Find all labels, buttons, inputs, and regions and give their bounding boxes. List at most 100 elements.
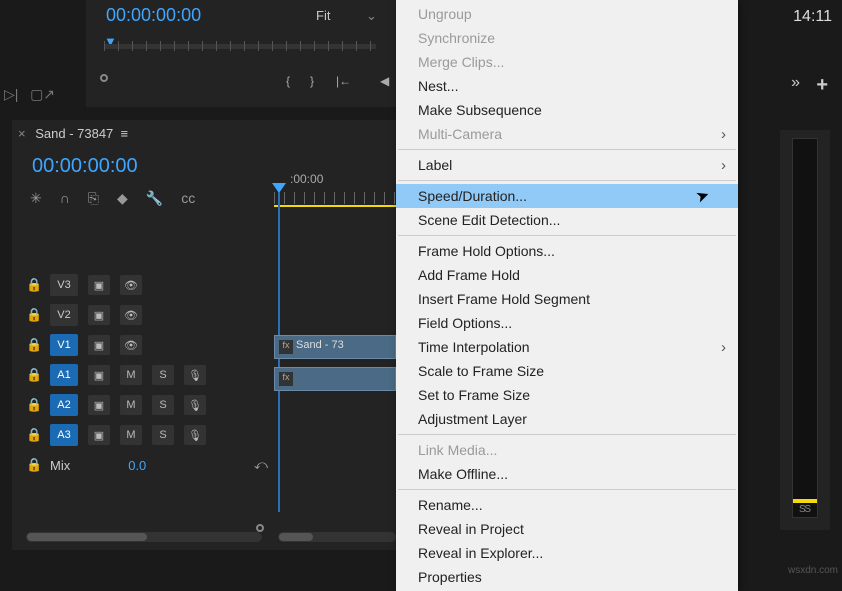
audio-track-header: 🔒 A1 ▣ MS 🎙 <box>26 360 206 390</box>
chevron-down-icon[interactable]: ⌄ <box>366 8 377 24</box>
settings-circle-icon[interactable] <box>100 74 108 82</box>
mix-reset-icon[interactable]: ⤺ <box>254 457 268 473</box>
lock-icon[interactable]: 🔒 <box>26 307 40 323</box>
toggle-sync-icon[interactable]: ▣ <box>88 395 110 415</box>
track-target[interactable]: A2 <box>50 394 78 416</box>
menu-item-adjustment-layer[interactable]: Adjustment Layer <box>396 407 738 431</box>
solo-button[interactable]: S <box>152 395 174 415</box>
insert-icon[interactable]: ▷| <box>4 86 18 102</box>
track-header-scrollbar[interactable] <box>26 532 262 542</box>
menu-item-scene-edit-detection[interactable]: Scene Edit Detection... <box>396 208 738 232</box>
solo-right-button[interactable]: S <box>804 504 811 515</box>
mix-label: Mix <box>50 458 70 473</box>
close-tab-icon[interactable]: × <box>18 126 26 141</box>
tab-menu-icon[interactable]: ≡ <box>121 126 129 141</box>
track-target[interactable]: V2 <box>50 304 78 326</box>
menu-item-label[interactable]: Label <box>396 153 738 177</box>
lock-icon[interactable]: 🔒 <box>26 457 40 473</box>
menu-separator <box>398 149 736 150</box>
menu-item-add-frame-hold[interactable]: Add Frame Hold <box>396 263 738 287</box>
audio-meter: S S <box>780 130 830 530</box>
eye-icon[interactable]: 👁 <box>120 305 142 325</box>
timeline-timecode[interactable]: 00:00:00:00 <box>32 155 138 178</box>
mark-in-button[interactable]: { <box>286 74 290 88</box>
fx-badge[interactable]: fx <box>279 340 293 354</box>
overwrite-icon[interactable]: ▢↗ <box>30 86 55 102</box>
menu-item-scale-to-frame-size[interactable]: Scale to Frame Size <box>396 359 738 383</box>
menu-item-make-offline[interactable]: Make Offline... <box>396 462 738 486</box>
lock-icon[interactable]: 🔒 <box>26 367 40 383</box>
menu-separator <box>398 235 736 236</box>
mute-button[interactable]: M <box>120 425 142 445</box>
menu-item-frame-hold-options[interactable]: Frame Hold Options... <box>396 239 738 263</box>
track-target[interactable]: V3 <box>50 274 78 296</box>
menu-item-ungroup: Ungroup <box>396 2 738 26</box>
lock-icon[interactable]: 🔒 <box>26 337 40 353</box>
timeline-scrollbar[interactable] <box>278 532 396 542</box>
monitor-timecode[interactable]: 00:00:00:00 <box>106 5 201 26</box>
audio-clip[interactable]: fx <box>274 367 396 391</box>
snap-icon[interactable]: ∩ <box>60 190 70 207</box>
mark-out-button[interactable]: } <box>310 74 314 88</box>
mic-icon[interactable]: 🎙 <box>184 425 206 445</box>
menu-item-multi-camera: Multi-Camera <box>396 122 738 146</box>
marker-icon[interactable]: ◆ <box>117 190 128 207</box>
context-menu: UngroupSynchronizeMerge Clips...Nest...M… <box>396 0 738 591</box>
meter-bar[interactable]: S S <box>792 138 818 518</box>
toggle-sync-icon[interactable]: ▣ <box>88 335 110 355</box>
track-target[interactable]: A1 <box>50 364 78 386</box>
video-track-header: 🔒 V2 ▣ 👁 <box>26 300 206 330</box>
menu-item-make-subsequence[interactable]: Make Subsequence <box>396 98 738 122</box>
lock-icon[interactable]: 🔒 <box>26 277 40 293</box>
mic-icon[interactable]: 🎙 <box>184 395 206 415</box>
menu-item-merge-clips: Merge Clips... <box>396 50 738 74</box>
menu-item-nest[interactable]: Nest... <box>396 74 738 98</box>
more-buttons-icon[interactable]: » <box>791 74 800 92</box>
mix-value[interactable]: 0.0 <box>128 458 146 473</box>
mic-icon[interactable]: 🎙 <box>184 365 206 385</box>
menu-item-time-interpolation[interactable]: Time Interpolation <box>396 335 738 359</box>
timeline-tab[interactable]: × Sand - 73847 ≡ <box>18 126 128 141</box>
lock-icon[interactable]: 🔒 <box>26 427 40 443</box>
menu-item-properties[interactable]: Properties <box>396 565 738 589</box>
wrench-settings-icon[interactable]: 🔧 <box>146 190 163 207</box>
toggle-sync-icon[interactable]: ▣ <box>88 275 110 295</box>
lock-icon[interactable]: 🔒 <box>26 397 40 413</box>
add-button-icon[interactable]: + <box>816 74 828 97</box>
go-to-in-button[interactable]: |← <box>336 74 351 88</box>
track-headers: 🔒V3▣👁🔒V2▣👁🔒V1▣👁🔒A1▣MS🎙🔒A2▣MS🎙🔒A3▣MS🎙🔒Mix… <box>26 270 206 480</box>
menu-item-rename[interactable]: Rename... <box>396 493 738 517</box>
mute-button[interactable]: M <box>120 365 142 385</box>
solo-button[interactable]: S <box>152 365 174 385</box>
toggle-sync-icon[interactable]: ▣ <box>88 365 110 385</box>
zoom-fit-dropdown[interactable]: Fit <box>316 8 330 23</box>
eye-icon[interactable]: 👁 <box>120 275 142 295</box>
timeline-options-icon[interactable] <box>256 524 264 532</box>
menu-item-reveal-in-project[interactable]: Reveal in Project <box>396 517 738 541</box>
sequence-nest-icon[interactable]: ✳ <box>30 190 42 207</box>
eye-icon[interactable]: 👁 <box>120 335 142 355</box>
clip-label: Sand - 73 <box>296 339 344 351</box>
video-clip[interactable]: fxSand - 73 <box>274 335 396 359</box>
solo-button[interactable]: S <box>152 425 174 445</box>
step-back-button[interactable]: ◀ <box>380 74 389 88</box>
track-target[interactable]: A3 <box>50 424 78 446</box>
mix-track-header: 🔒Mix0.0⤺ <box>26 450 206 480</box>
captions-icon[interactable]: cc <box>181 190 195 207</box>
menu-item-insert-frame-hold-segment[interactable]: Insert Frame Hold Segment <box>396 287 738 311</box>
track-target[interactable]: V1 <box>50 334 78 356</box>
menu-item-reveal-in-explorer[interactable]: Reveal in Explorer... <box>396 541 738 565</box>
mute-button[interactable]: M <box>120 395 142 415</box>
linked-selection-icon[interactable]: ⎘ <box>88 190 99 207</box>
time-ruler[interactable] <box>274 192 396 204</box>
monitor-scrub-bar[interactable] <box>104 44 376 49</box>
menu-item-set-to-frame-size[interactable]: Set to Frame Size <box>396 383 738 407</box>
toggle-sync-icon[interactable]: ▣ <box>88 425 110 445</box>
fx-badge[interactable]: fx <box>279 372 293 386</box>
menu-item-speed-duration[interactable]: Speed/Duration... <box>396 184 738 208</box>
menu-item-field-options[interactable]: Field Options... <box>396 311 738 335</box>
timeline-panel: × Sand - 73847 ≡ 00:00:00:00 ✳ ∩ ⎘ ◆ 🔧 c… <box>12 120 396 550</box>
sequence-name: Sand - 73847 <box>35 126 113 141</box>
watermark: wsxdn.com <box>788 565 838 576</box>
toggle-sync-icon[interactable]: ▣ <box>88 305 110 325</box>
